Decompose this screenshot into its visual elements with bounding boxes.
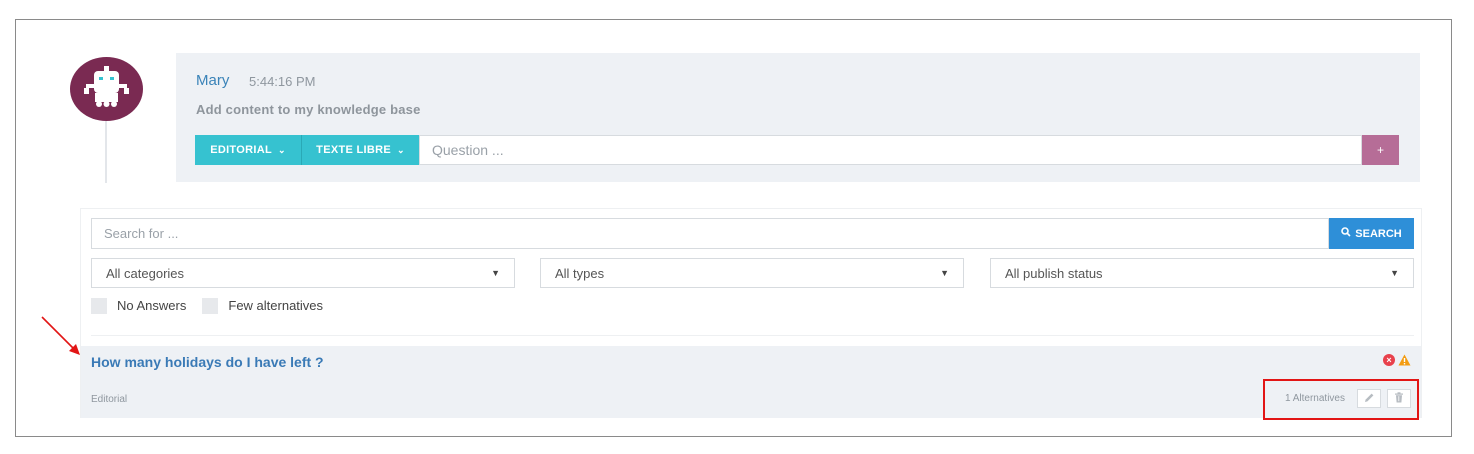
message-card: Mary 5:44:16 PM Add content to my knowle… [176, 53, 1420, 182]
caret-down-icon: ▼ [491, 268, 500, 278]
divider [91, 335, 1414, 336]
search-input[interactable] [91, 218, 1329, 249]
no-answers-label: No Answers [117, 298, 187, 313]
texte-libre-dropdown-label: TEXTE LIBRE [316, 144, 391, 156]
result-title-link[interactable]: How many holidays do I have left ? [91, 354, 324, 370]
no-answers-filter[interactable]: No Answers [91, 297, 187, 314]
message-text: Add content to my knowledge base [196, 102, 421, 117]
search-button-label: SEARCH [1355, 227, 1402, 240]
few-alternatives-filter[interactable]: Few alternatives [202, 297, 324, 314]
types-select[interactable]: All types ▼ [540, 258, 964, 288]
chevron-down-icon: ⌄ [277, 144, 286, 155]
chevron-down-icon: ⌄ [396, 144, 405, 155]
add-question-label: + [1376, 143, 1384, 157]
result-category: Editorial [91, 394, 128, 405]
categories-select[interactable]: All categories ▼ [91, 258, 515, 288]
question-input[interactable] [419, 135, 1362, 165]
timeline-line [105, 121, 107, 183]
list-item: How many holidays do I have left ? Edito… [81, 346, 1421, 418]
add-question-button[interactable]: + [1362, 135, 1399, 165]
robot-avatar-icon [70, 57, 143, 121]
question-input-row: EDITORIAL ⌄ TEXTE LIBRE ⌄ + [195, 135, 1400, 165]
few-alternatives-checkbox[interactable] [202, 297, 219, 314]
texte-libre-dropdown-button[interactable]: TEXTE LIBRE ⌄ [301, 135, 419, 165]
search-button[interactable]: SEARCH [1329, 218, 1414, 249]
editorial-dropdown-button[interactable]: EDITORIAL ⌄ [195, 135, 301, 165]
filter-checkboxes: No Answers Few alternatives [91, 297, 339, 314]
publish-status-select[interactable]: All publish status ▼ [990, 258, 1414, 288]
editorial-dropdown-label: EDITORIAL [210, 144, 272, 156]
annotation-highlight-box [1263, 379, 1419, 420]
message-timestamp: 5:44:16 PM [249, 74, 316, 89]
publish-status-select-value: All publish status [1005, 265, 1103, 281]
error-circle-icon: × [1383, 354, 1395, 366]
warning-triangle-icon [1398, 354, 1411, 366]
status-icons: × [1383, 354, 1411, 366]
search-icon [1341, 227, 1351, 240]
caret-down-icon: ▼ [940, 268, 949, 278]
types-select-value: All types [555, 265, 605, 281]
no-answers-checkbox[interactable] [91, 297, 107, 314]
categories-select-value: All categories [106, 265, 185, 281]
search-panel: SEARCH All categories ▼ All types ▼ All … [80, 208, 1422, 418]
message-author: Mary [196, 72, 230, 89]
caret-down-icon: ▼ [1390, 268, 1399, 278]
few-alternatives-label: Few alternatives [228, 298, 324, 313]
avatar [70, 57, 143, 121]
annotation-arrow-icon [41, 316, 80, 355]
